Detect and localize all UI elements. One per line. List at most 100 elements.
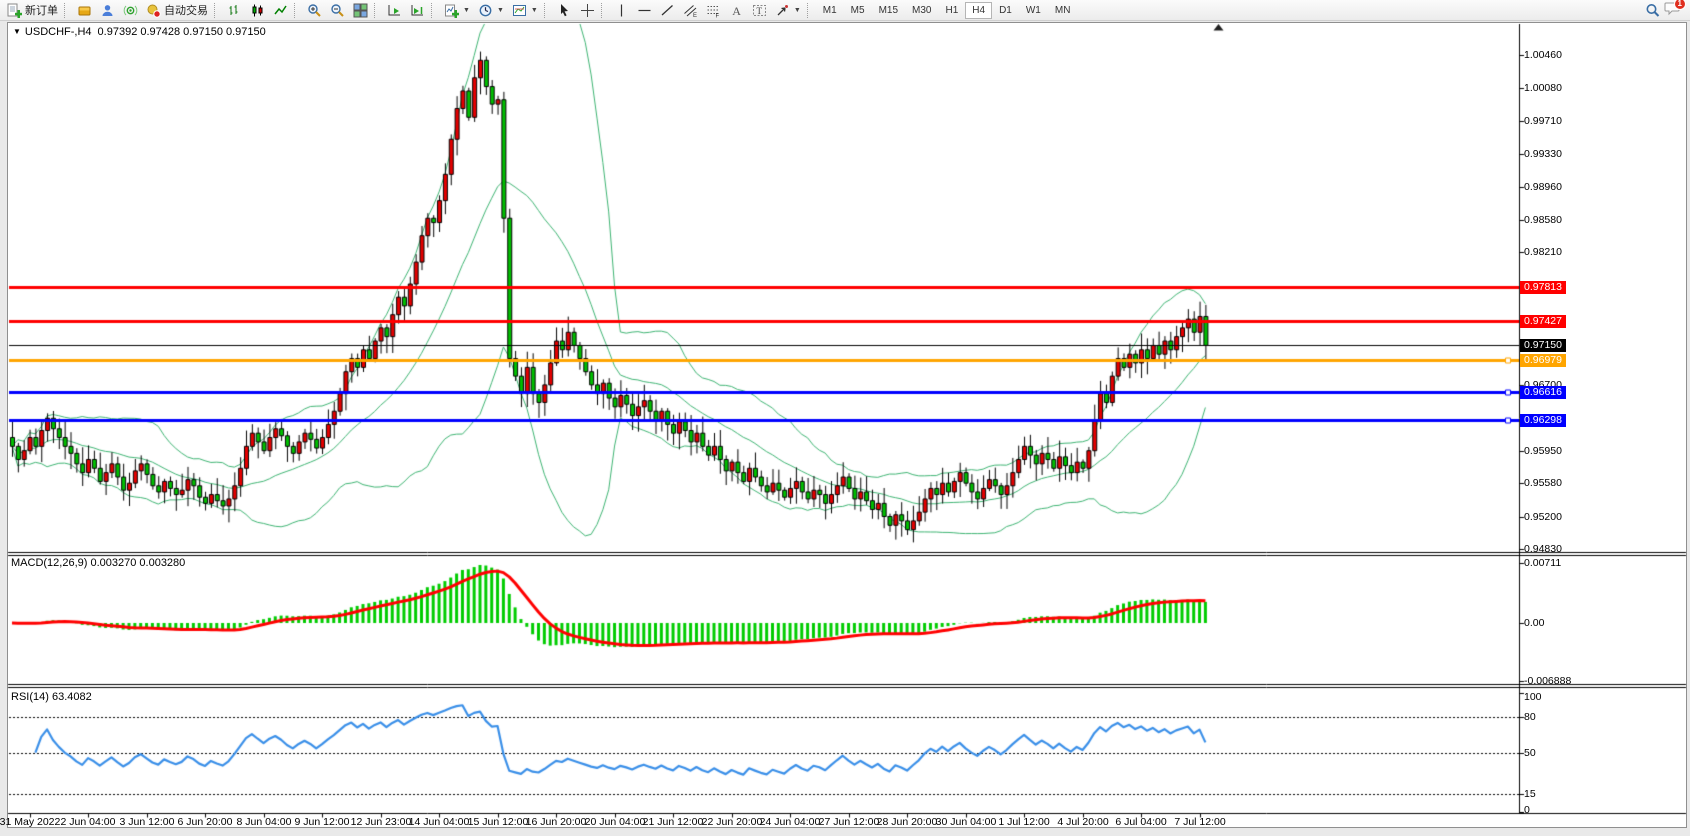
svg-text:T: T <box>756 6 762 16</box>
chart-line-button[interactable] <box>269 1 292 20</box>
vertical-line-button[interactable] <box>610 1 633 20</box>
time-axis-label: 27 Jun 12:00 <box>819 816 880 828</box>
macd-tick-label: -0.006888 <box>1524 675 1571 687</box>
arrows-icon <box>775 3 790 18</box>
macd-tick-label: 0.00 <box>1524 617 1544 629</box>
chart-title[interactable]: ▼ USDCHF-,H4 0.97392 0.97428 0.97150 0.971… <box>13 26 266 38</box>
timeframe-w1[interactable]: W1 <box>1019 2 1048 19</box>
price-tick-label: 0.99710 <box>1524 115 1562 127</box>
toolbar-separator <box>544 3 550 18</box>
periods-button[interactable]: ▼ <box>474 1 508 20</box>
toolbar-separator <box>431 3 437 18</box>
price-tick-label: 0.98960 <box>1524 181 1562 193</box>
zoom-out-icon <box>330 3 345 18</box>
chart-symbol: USDCHF-,H4 <box>25 26 92 38</box>
new-chart-icon <box>444 3 459 18</box>
text-icon: A <box>729 3 744 18</box>
text-label-button[interactable]: T <box>748 1 771 20</box>
time-axis-label: 22 Jun 20:00 <box>702 816 763 828</box>
time-axis-label: 14 Jun 04:00 <box>409 816 470 828</box>
timeframe-m30[interactable]: M30 <box>905 2 938 19</box>
zoom-out-button[interactable] <box>326 1 349 20</box>
time-axis-label: 24 Jun 04:00 <box>760 816 821 828</box>
fibonacci-button[interactable]: F <box>702 1 725 20</box>
time-axis-label: 21 Jun 12:00 <box>643 816 704 828</box>
crosshair-button[interactable] <box>576 1 599 20</box>
fibonacci-icon: F <box>706 3 721 18</box>
timeframe-buttons: M1M5M15M30H1H4D1W1MN <box>816 2 1078 19</box>
horizontal-line-icon <box>637 3 652 18</box>
symbol-dropdown-icon[interactable]: ▼ <box>13 27 21 36</box>
trendline-button[interactable] <box>656 1 679 20</box>
svg-text:F: F <box>715 13 719 18</box>
chart-shift-button[interactable] <box>406 1 429 20</box>
tile-windows-button[interactable] <box>349 1 372 20</box>
price-tick-label: 0.94830 <box>1524 543 1562 555</box>
time-axis-label: 12 Jun 23:00 <box>351 816 412 828</box>
vertical-line-icon <box>614 3 629 18</box>
text-button[interactable]: A <box>725 1 748 20</box>
chart-ohlc: 0.97392 0.97428 0.97150 0.97150 <box>98 26 266 38</box>
mt4-application: { "toolbar": { "new_order": "新订单", "auto… <box>0 0 1690 836</box>
price-tick-label: 0.95200 <box>1524 511 1562 523</box>
timeframe-d1[interactable]: D1 <box>992 2 1019 19</box>
timeframe-m1[interactable]: M1 <box>816 2 844 19</box>
dropdown-caret-icon: ▼ <box>497 7 504 14</box>
time-axis-label: 7 Jul 12:00 <box>1174 816 1225 828</box>
clock-icon <box>478 3 493 18</box>
dropdown-caret-icon: ▼ <box>463 7 470 14</box>
equidistant-channel-button[interactable]: E <box>679 1 702 20</box>
new-order-button[interactable]: 新订单 <box>3 1 62 20</box>
horizontal-line-button[interactable] <box>633 1 656 20</box>
timeframe-m15[interactable]: M15 <box>872 2 905 19</box>
time-axis-label: 4 Jul 20:00 <box>1057 816 1108 828</box>
bar-chart-icon <box>227 3 242 18</box>
time-axis-label: 1 Jul 12:00 <box>998 816 1049 828</box>
cursor-arrow-icon <box>557 3 572 18</box>
timeframe-h4[interactable]: H4 <box>965 2 992 19</box>
price-tick-label: 0.98580 <box>1524 214 1562 226</box>
search-button[interactable] <box>1641 1 1664 20</box>
autotrading-label: 自动交易 <box>164 2 208 18</box>
profile-button[interactable] <box>96 1 119 20</box>
chart-candles-button[interactable] <box>246 1 269 20</box>
toolbar-separator <box>214 3 220 18</box>
new-chart-button[interactable]: ▼ <box>440 1 474 20</box>
chart-canvas[interactable] <box>0 0 1690 836</box>
rsi-tick-label: 0 <box>1524 804 1530 816</box>
market-icon <box>77 3 92 18</box>
time-axis-label: 31 May 2022 <box>0 816 60 828</box>
price-level-badge-0.96616: 0.96616 <box>1520 386 1566 399</box>
auto-scroll-button[interactable] <box>383 1 406 20</box>
timeframe-m5[interactable]: M5 <box>844 2 872 19</box>
price-tick-label: 0.95580 <box>1524 477 1562 489</box>
chart-bars-button[interactable] <box>223 1 246 20</box>
chart-shift-icon <box>410 3 425 18</box>
time-axis-label: 30 Jun 04:00 <box>936 816 997 828</box>
price-tick-label: 0.98210 <box>1524 246 1562 258</box>
time-axis-label: 6 Jul 04:00 <box>1115 816 1166 828</box>
auto-scroll-icon <box>387 3 402 18</box>
timeframe-mn[interactable]: MN <box>1048 2 1078 19</box>
trendline-icon <box>660 3 675 18</box>
zoom-in-button[interactable] <box>303 1 326 20</box>
time-axis-label: 16 Jun 20:00 <box>526 816 587 828</box>
dropdown-caret-icon: ▼ <box>794 7 801 14</box>
market-button[interactable] <box>73 1 96 20</box>
chat-button[interactable]: 1 <box>1664 0 1681 21</box>
rsi-tick-label: 15 <box>1524 788 1536 800</box>
search-icon <box>1645 3 1660 18</box>
profile-icon <box>100 3 115 18</box>
signals-button[interactable] <box>119 1 142 20</box>
signals-icon <box>123 3 138 18</box>
time-axis-label: 3 Jun 12:00 <box>120 816 175 828</box>
templates-button[interactable]: ▼ <box>508 1 542 20</box>
price-tick-label: 0.99330 <box>1524 148 1562 160</box>
autotrading-button[interactable]: 自动交易 <box>142 1 212 20</box>
timeframe-h1[interactable]: H1 <box>938 2 965 19</box>
crosshair-icon <box>580 3 595 18</box>
time-axis-label: 8 Jun 04:00 <box>237 816 292 828</box>
arrows-button[interactable]: ▼ <box>771 1 805 20</box>
rsi-indicator-label: RSI(14) 63.4082 <box>11 691 92 703</box>
cursor-button[interactable] <box>553 1 576 20</box>
